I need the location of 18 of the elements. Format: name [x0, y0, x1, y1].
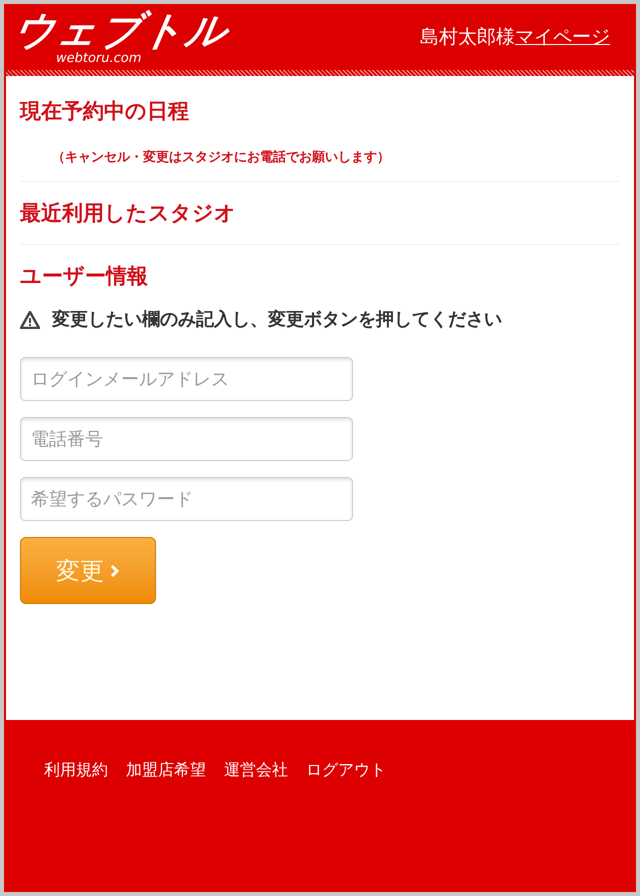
footer-link[interactable]: 加盟店希望: [126, 758, 206, 782]
section-title: 最近利用したスタジオ: [20, 200, 237, 227]
logo: ウェブトル: [10, 10, 233, 52]
footer-link[interactable]: ログアウト: [306, 758, 386, 782]
section-note: （キャンセル・変更はスタジオにお電話でお願いします）: [52, 148, 391, 166]
chevron-right-icon: [110, 564, 120, 578]
footer-link[interactable]: 運営会社: [224, 758, 288, 782]
logo-domain: webtoru.com: [56, 52, 142, 64]
user-name: 島村太郎様: [420, 24, 515, 50]
input-field[interactable]: 電話番号: [20, 417, 353, 461]
section-title: 現在予約中の日程: [20, 98, 190, 125]
warning-icon: [20, 310, 40, 328]
footer-link[interactable]: 利用規約: [44, 758, 108, 782]
section-title: ユーザー情報: [20, 262, 149, 290]
warning-text: 変更したい欄のみ記入し、変更ボタンを押してください: [52, 308, 502, 332]
input-field[interactable]: ログインメールアドレス: [20, 357, 353, 401]
input-field[interactable]: 希望するパスワード: [20, 477, 353, 521]
mypage-link[interactable]: マイページ: [515, 22, 610, 52]
